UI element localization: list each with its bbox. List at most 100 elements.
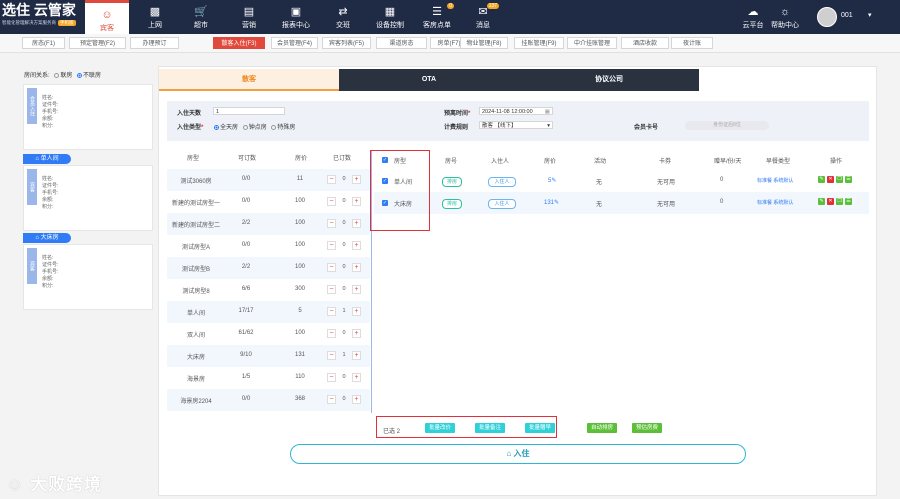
subtab-room-status[interactable]: 房态(F1) bbox=[22, 37, 65, 49]
radio-full-day[interactable] bbox=[214, 124, 219, 130]
subtab-night-audit[interactable]: 夜计账 bbox=[671, 37, 713, 49]
minus-icon[interactable]: − bbox=[327, 285, 336, 294]
tab-agreement-company[interactable]: 协议公司 bbox=[519, 69, 699, 91]
booked-count[interactable]: 0 bbox=[337, 197, 351, 206]
edit-icon[interactable]: ✎ bbox=[818, 176, 825, 183]
booked-count[interactable]: 1 bbox=[337, 351, 351, 360]
add-guest-button[interactable]: 入住人 bbox=[488, 199, 516, 209]
nav-message[interactable]: ✉ 消息 137 bbox=[463, 0, 503, 34]
booked-count[interactable]: 0 bbox=[337, 373, 351, 382]
chevron-down-icon[interactable]: ▾ bbox=[868, 11, 872, 19]
minus-icon[interactable]: − bbox=[327, 241, 336, 250]
minus-icon[interactable]: − bbox=[327, 395, 336, 404]
estimate-fee-button[interactable]: 预估房费 bbox=[632, 423, 662, 433]
nav-handover[interactable]: ⇄ 交班 bbox=[324, 0, 362, 34]
auto-assign-button[interactable]: 自动排房 bbox=[587, 423, 617, 433]
nav-cloud[interactable]: ☁ 云平台 bbox=[738, 0, 768, 34]
radio-hourly[interactable] bbox=[242, 124, 248, 130]
copy-icon[interactable]: ❐ bbox=[836, 176, 843, 183]
plus-icon[interactable]: + bbox=[352, 395, 361, 404]
minus-icon[interactable]: − bbox=[327, 351, 336, 360]
copy-icon[interactable]: ❐ bbox=[836, 198, 843, 205]
breakfast-type-link[interactable]: 标准餐 系统默认 bbox=[757, 199, 793, 206]
plus-icon[interactable]: + bbox=[352, 175, 361, 184]
booked-count[interactable]: 0 bbox=[337, 219, 351, 228]
avatar[interactable] bbox=[817, 7, 837, 27]
subtab-property[interactable]: 物业管理(F8) bbox=[460, 37, 508, 49]
subtab-walkin-checkin[interactable]: 散客入住(F3) bbox=[213, 37, 265, 49]
member-guest-card[interactable]: 会员入住 姓名: 证件号: 手机号: 余额: 积分: bbox=[23, 84, 153, 150]
nav-report[interactable]: ▣ 报表中心 bbox=[275, 0, 317, 34]
plus-icon[interactable]: + bbox=[352, 329, 361, 338]
checkin-confirm-button[interactable]: ⌂ 入住 bbox=[290, 444, 746, 464]
room-type-name: 测试房型B bbox=[181, 267, 210, 273]
radio-unlinked[interactable] bbox=[77, 72, 83, 78]
plus-icon[interactable]: + bbox=[352, 197, 361, 206]
days-input[interactable]: 1 bbox=[213, 107, 285, 115]
booked-count[interactable]: 0 bbox=[337, 395, 351, 404]
booked-count[interactable]: 0 bbox=[337, 329, 351, 338]
nav-help[interactable]: ☼ 帮助中心 bbox=[770, 0, 800, 34]
subtab-agent-credit[interactable]: 中介挂账管理 bbox=[567, 37, 617, 49]
minus-icon[interactable]: − bbox=[327, 263, 336, 272]
booked-count[interactable]: 0 bbox=[337, 241, 351, 250]
nav-device[interactable]: ▦ 设备控制 bbox=[368, 0, 412, 34]
radio-linked[interactable] bbox=[54, 72, 60, 78]
nav-marketing[interactable]: ▤ 营销 bbox=[229, 0, 269, 34]
minus-icon[interactable]: − bbox=[327, 219, 336, 228]
nav-network[interactable]: ▩ 上网 bbox=[135, 0, 175, 34]
delete-icon[interactable]: ✕ bbox=[827, 198, 834, 205]
minus-icon[interactable]: − bbox=[327, 197, 336, 206]
king-room-guest-card[interactable]: 宾客 姓名: 证件号: 手机号: 余额: 积分: bbox=[23, 244, 153, 310]
nav-room-order[interactable]: ☰ 客房点单 0 bbox=[416, 0, 458, 34]
subtab-make-booking[interactable]: 办理预订 bbox=[130, 37, 179, 49]
minus-icon[interactable]: − bbox=[327, 175, 336, 184]
subtab-hotel-receipt[interactable]: 酒店收款 bbox=[621, 37, 669, 49]
tab-ota[interactable]: OTA bbox=[339, 69, 519, 91]
plus-icon[interactable]: + bbox=[352, 241, 361, 250]
minus-icon[interactable]: − bbox=[327, 373, 336, 382]
subtab-reservation[interactable]: 预定管理(F2) bbox=[69, 37, 126, 49]
col-actions: 操作 bbox=[830, 159, 843, 165]
breakfast-input[interactable]: 0 bbox=[720, 199, 723, 205]
price-link[interactable]: 131✎ bbox=[544, 199, 559, 206]
user-name[interactable]: 001 bbox=[841, 12, 853, 19]
calendar-icon[interactable]: ▦ bbox=[545, 108, 550, 116]
note-icon[interactable]: ☰ bbox=[845, 198, 852, 205]
room-type-row: 测试房型8 6/6 300 −0 + bbox=[167, 279, 370, 301]
subtab-guest-list[interactable]: 宾客列表(F5) bbox=[322, 37, 371, 49]
booked-count[interactable]: 0 bbox=[337, 175, 351, 184]
member-card-input[interactable]: 身份证后8位 bbox=[685, 121, 769, 130]
assign-room-button[interactable]: 排房 bbox=[442, 177, 462, 187]
plus-icon[interactable]: + bbox=[352, 373, 361, 382]
minus-icon[interactable]: − bbox=[327, 307, 336, 316]
subtab-member[interactable]: 会员管理(F4) bbox=[271, 37, 318, 49]
plus-icon[interactable]: + bbox=[352, 307, 361, 316]
breakfast-input[interactable]: 0 bbox=[720, 177, 723, 183]
add-guest-button[interactable]: 入住人 bbox=[488, 177, 516, 187]
radio-special[interactable] bbox=[271, 124, 277, 130]
price-link[interactable]: 5✎ bbox=[548, 177, 556, 184]
plus-icon[interactable]: + bbox=[352, 219, 361, 228]
assign-room-button[interactable]: 排房 bbox=[442, 199, 462, 209]
edit-icon[interactable]: ✎ bbox=[818, 198, 825, 205]
booked-count[interactable]: 0 bbox=[337, 263, 351, 272]
billing-rule-select[interactable]: 散客 【线下】 ▾ bbox=[479, 121, 553, 129]
minus-icon[interactable]: − bbox=[327, 329, 336, 338]
plus-icon[interactable]: + bbox=[352, 351, 361, 360]
breakfast-type-link[interactable]: 标准餐 系统默认 bbox=[757, 177, 793, 184]
plus-icon[interactable]: + bbox=[352, 285, 361, 294]
delete-icon[interactable]: ✕ bbox=[827, 176, 834, 183]
single-room-guest-card[interactable]: 宾客 姓名: 证件号: 手机号: 余额: 积分: bbox=[23, 165, 153, 231]
nav-guest[interactable]: ☺ 宾客 bbox=[85, 0, 129, 34]
tab-walkin[interactable]: 散客 bbox=[159, 69, 339, 91]
subtab-credit[interactable]: 挂账管理(F9) bbox=[514, 37, 564, 49]
subtab-channel-status[interactable]: 渠道房态 bbox=[376, 37, 427, 49]
booked-count[interactable]: 0 bbox=[337, 285, 351, 294]
booked-count[interactable]: 1 bbox=[337, 307, 351, 316]
nav-market[interactable]: 🛒 超市 bbox=[181, 0, 221, 34]
checkout-time-input[interactable]: 2024-11-08 12:00:00 ▦ bbox=[479, 107, 553, 115]
plus-icon[interactable]: + bbox=[352, 263, 361, 272]
note-icon[interactable]: ☰ bbox=[845, 176, 852, 183]
app-brand: 选住 云管家 bbox=[2, 2, 76, 18]
